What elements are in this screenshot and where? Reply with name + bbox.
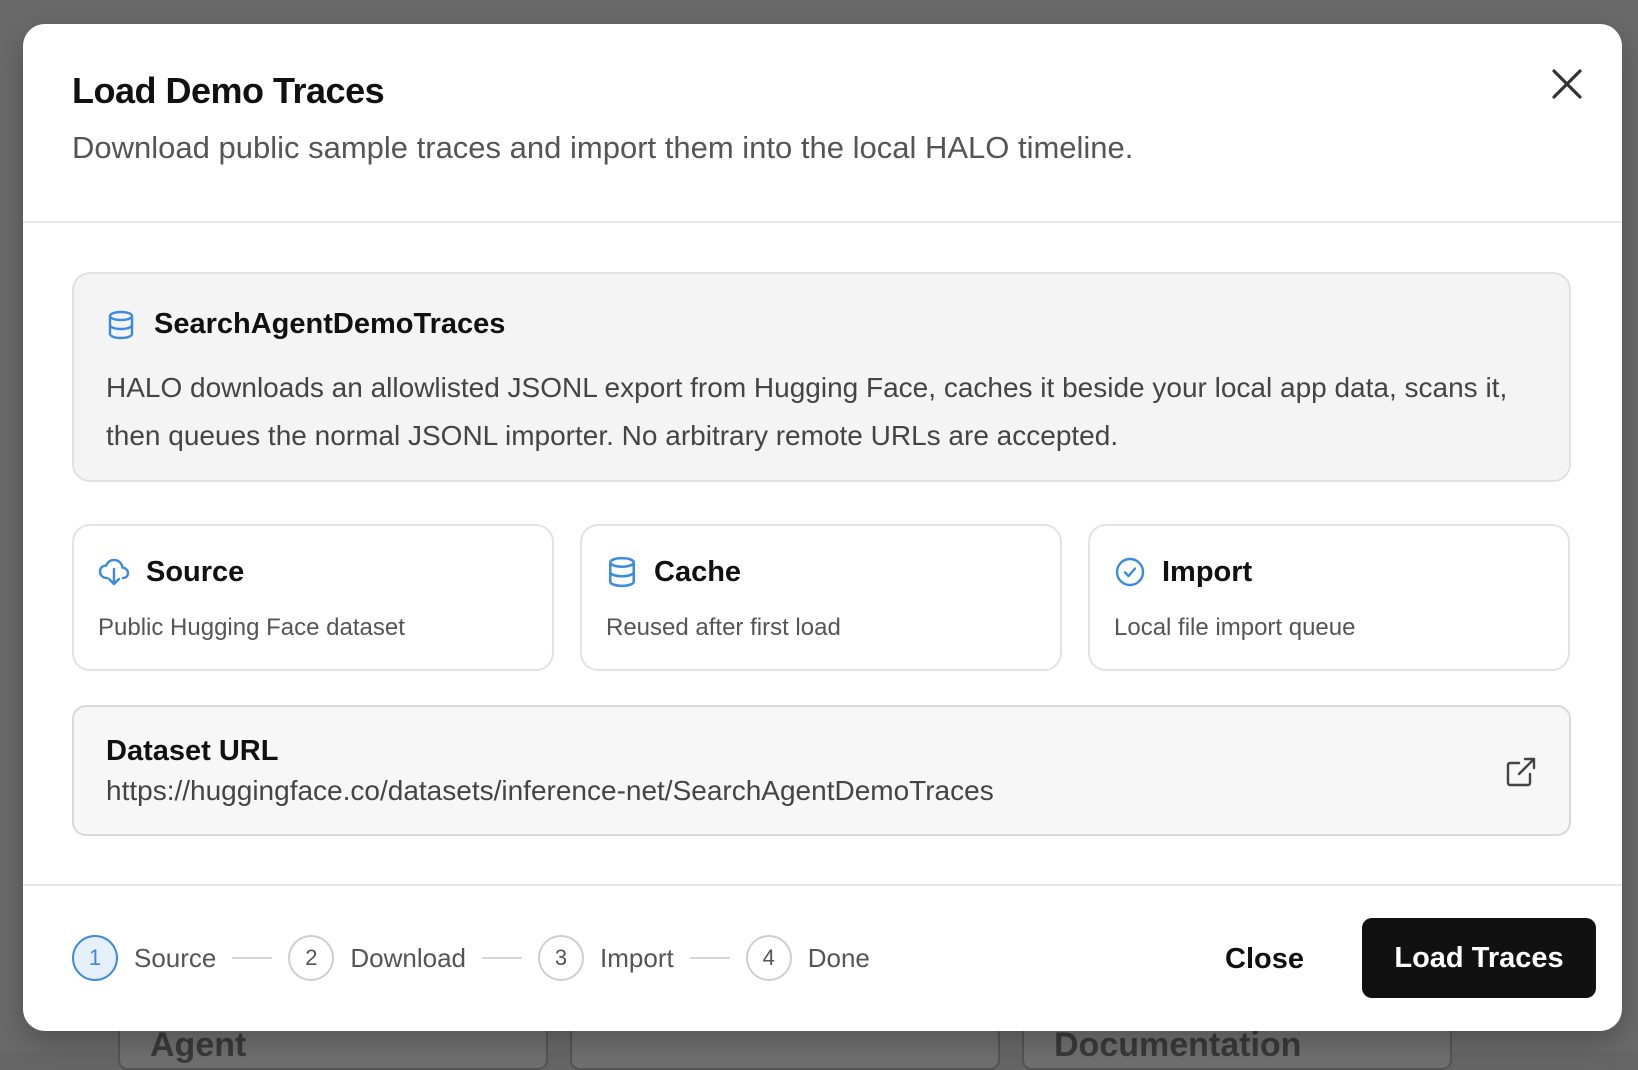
dialog-subtitle: Download public sample traces and import… bbox=[72, 130, 1134, 165]
progress-stepper: 1 Source 2 Download 3 Import 4 Done bbox=[72, 934, 870, 982]
dialog-title: Load Demo Traces bbox=[72, 70, 385, 111]
dataset-description: HALO downloads an allowlisted JSONL expo… bbox=[106, 372, 1508, 451]
dataset-url-card: Dataset URL https://huggingface.co/datas… bbox=[72, 705, 1571, 836]
dataset-name: SearchAgentDemoTraces bbox=[154, 308, 506, 340]
step-number: 3 bbox=[538, 935, 585, 981]
cache-card: Cache Reused after first load bbox=[580, 524, 1062, 671]
step-connector bbox=[689, 957, 730, 959]
source-card-label: Source bbox=[146, 556, 245, 588]
dataset-url-value: https://huggingface.co/datasets/inferenc… bbox=[106, 775, 994, 806]
load-traces-button[interactable]: Load Traces bbox=[1362, 918, 1596, 998]
external-link-icon[interactable] bbox=[1504, 755, 1538, 789]
background-card-label: Agent bbox=[150, 1026, 247, 1064]
step-connector bbox=[482, 957, 523, 959]
import-card-label: Import bbox=[1162, 556, 1253, 588]
dataset-url-label: Dataset URL bbox=[106, 735, 279, 767]
cache-card-label: Cache bbox=[654, 556, 742, 588]
cloud-download-icon bbox=[98, 556, 130, 588]
source-card-desc: Public Hugging Face dataset bbox=[98, 614, 405, 641]
step-number: 2 bbox=[288, 935, 335, 981]
step-label: Done bbox=[807, 942, 870, 973]
import-card-desc: Local file import queue bbox=[1114, 614, 1356, 641]
background-card-label: Documentation bbox=[1054, 1026, 1302, 1064]
check-circle-icon bbox=[1114, 556, 1146, 588]
close-icon[interactable] bbox=[1543, 60, 1591, 108]
step-source: 1 Source bbox=[72, 935, 216, 981]
step-number: 1 bbox=[72, 935, 118, 981]
close-button[interactable]: Close bbox=[1209, 929, 1320, 989]
load-demo-traces-dialog: Load Demo Traces Download public sample … bbox=[23, 24, 1622, 1031]
dialog-footer: 1 Source 2 Download 3 Import 4 Done Clos… bbox=[23, 884, 1622, 1031]
database-icon bbox=[606, 556, 638, 588]
database-icon bbox=[106, 310, 136, 340]
source-card: Source Public Hugging Face dataset bbox=[72, 524, 554, 671]
cache-card-desc: Reused after first load bbox=[606, 614, 841, 641]
step-label: Import bbox=[600, 942, 674, 973]
step-connector bbox=[232, 957, 273, 959]
dialog-header: Load Demo Traces Download public sample … bbox=[23, 24, 1622, 223]
dataset-info-card: SearchAgentDemoTraces HALO downloads an … bbox=[72, 272, 1571, 482]
import-card: Import Local file import queue bbox=[1088, 524, 1570, 671]
step-download: 2 Download bbox=[288, 935, 466, 981]
step-import: 3 Import bbox=[538, 935, 674, 981]
step-label: Download bbox=[350, 942, 467, 973]
step-number: 4 bbox=[745, 935, 792, 981]
step-label: Source bbox=[134, 942, 217, 973]
step-done: 4 Done bbox=[745, 935, 870, 981]
